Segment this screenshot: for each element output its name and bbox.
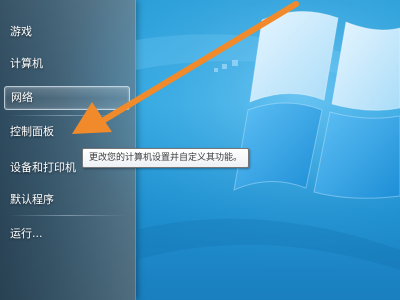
- start-menu-item-control-panel[interactable]: 控制面板: [4, 120, 130, 144]
- menu-divider: [8, 215, 126, 216]
- start-menu-item-run[interactable]: 运行...: [4, 222, 130, 246]
- start-menu-item-games[interactable]: 游戏: [4, 20, 130, 44]
- control-panel-tooltip: 更改您的计算机设置并自定义其功能。: [82, 148, 250, 168]
- start-menu-item-computer[interactable]: 计算机: [4, 52, 130, 76]
- menu-divider: [8, 115, 126, 116]
- start-menu-item-network[interactable]: 网络: [4, 86, 130, 110]
- start-menu-item-default-programs[interactable]: 默认程序: [4, 188, 130, 212]
- screen: 游戏 计算机 网络 控制面板 设备和打印机 默认程序 运行... 更改您的计算机…: [0, 0, 400, 300]
